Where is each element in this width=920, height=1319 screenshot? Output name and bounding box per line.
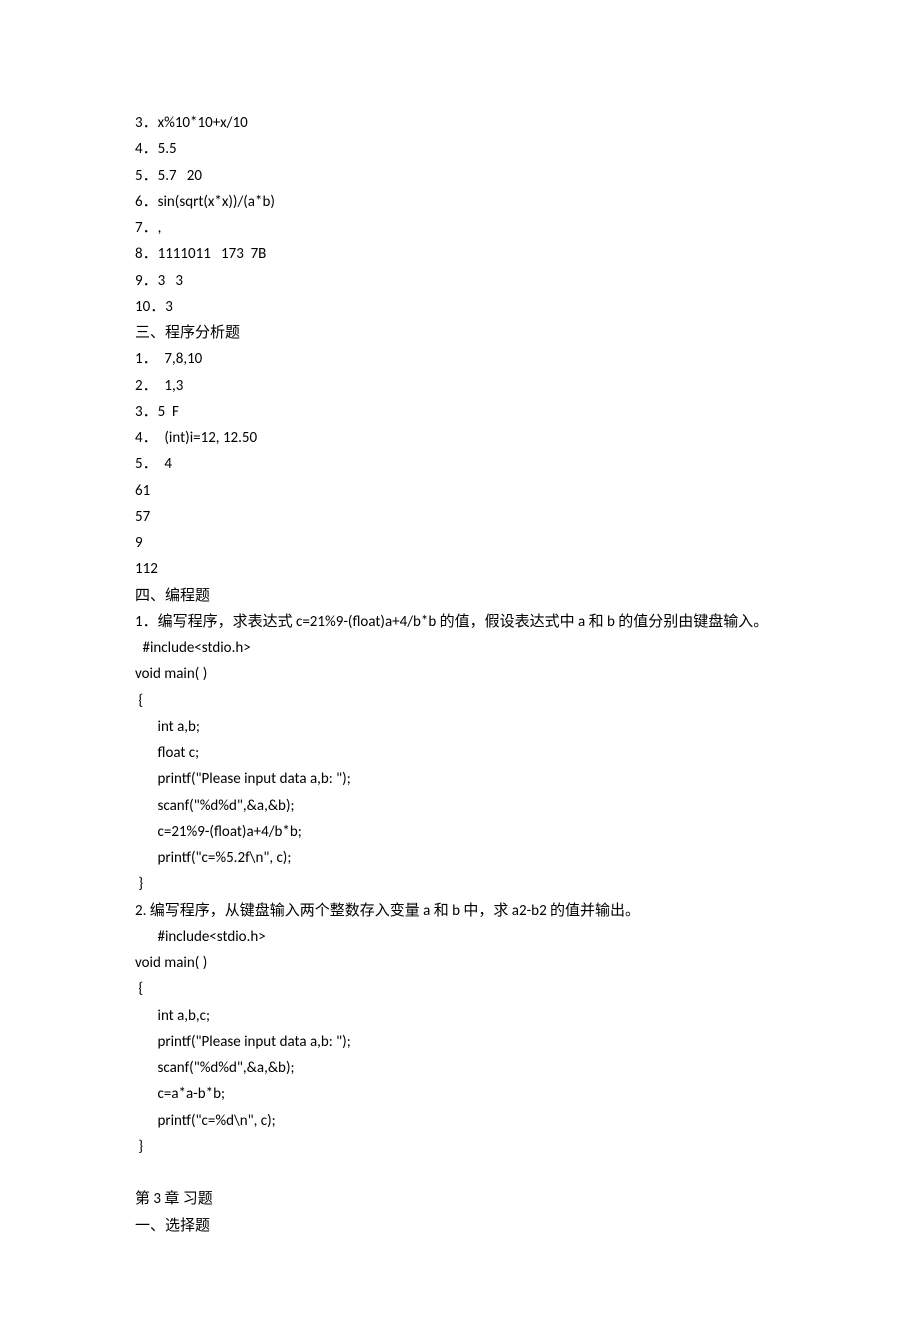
- text-line: float c;: [135, 740, 785, 766]
- text-line: 7．,: [135, 215, 785, 241]
- text-line: {: [135, 976, 785, 1002]
- text-line: int a,b;: [135, 714, 785, 740]
- text-line: 2． 1,3: [135, 373, 785, 399]
- text-line: void main( ): [135, 661, 785, 687]
- text-line: 6．sin(sqrt(x*x))/(a*b): [135, 189, 785, 215]
- text-line: 第 3 章 习题: [135, 1186, 785, 1212]
- text-line: 1． 7,8,10: [135, 346, 785, 372]
- text-line: printf("c=%5.2f\n", c);: [135, 845, 785, 871]
- text-line: scanf("%d%d",&a,&b);: [135, 1055, 785, 1081]
- text-line: 4． (int)i=12, 12.50: [135, 425, 785, 451]
- text-line: int a,b,c;: [135, 1003, 785, 1029]
- text-line: c=a*a-b*b;: [135, 1081, 785, 1107]
- text-line: 8．1111011 173 7B: [135, 241, 785, 267]
- text-line: 5． 4: [135, 451, 785, 477]
- text-line: void main( ): [135, 950, 785, 976]
- text-line: 10．3: [135, 294, 785, 320]
- text-line: 2. 编写程序，从键盘输入两个整数存入变量 a 和 b 中，求 a2-b2 的值…: [135, 898, 785, 924]
- text-line: 3．x%10*10+x/10: [135, 110, 785, 136]
- text-line: printf("c=%d\n", c);: [135, 1108, 785, 1134]
- text-line: 57: [135, 504, 785, 530]
- text-line: 9: [135, 530, 785, 556]
- text-line: [135, 1160, 785, 1186]
- text-line: scanf("%d%d",&a,&b);: [135, 793, 785, 819]
- text-line: 4．5.5: [135, 136, 785, 162]
- text-line: 61: [135, 478, 785, 504]
- text-line: c=21%9-(float)a+4/b*b;: [135, 819, 785, 845]
- text-line: 9．3 3: [135, 268, 785, 294]
- text-line: 四、编程题: [135, 583, 785, 609]
- text-line: printf("Please input data a,b: ");: [135, 1029, 785, 1055]
- text-line: 112: [135, 556, 785, 582]
- text-line: }: [135, 871, 785, 897]
- text-line: 5．5.7 20: [135, 163, 785, 189]
- text-line: 3．5 F: [135, 399, 785, 425]
- text-line: 一、选择题: [135, 1213, 785, 1239]
- text-line: #include<stdio.h>: [135, 924, 785, 950]
- text-line: {: [135, 688, 785, 714]
- text-line: }: [135, 1134, 785, 1160]
- text-line: 1．编写程序，求表达式 c=21%9-(float)a+4/b*b 的值，假设表…: [135, 609, 785, 635]
- text-line: #include<stdio.h>: [135, 635, 785, 661]
- text-line: printf("Please input data a,b: ");: [135, 766, 785, 792]
- text-line: 三、程序分析题: [135, 320, 785, 346]
- document-page: 3．x%10*10+x/104．5.55．5.7 206．sin(sqrt(x*…: [0, 0, 920, 1319]
